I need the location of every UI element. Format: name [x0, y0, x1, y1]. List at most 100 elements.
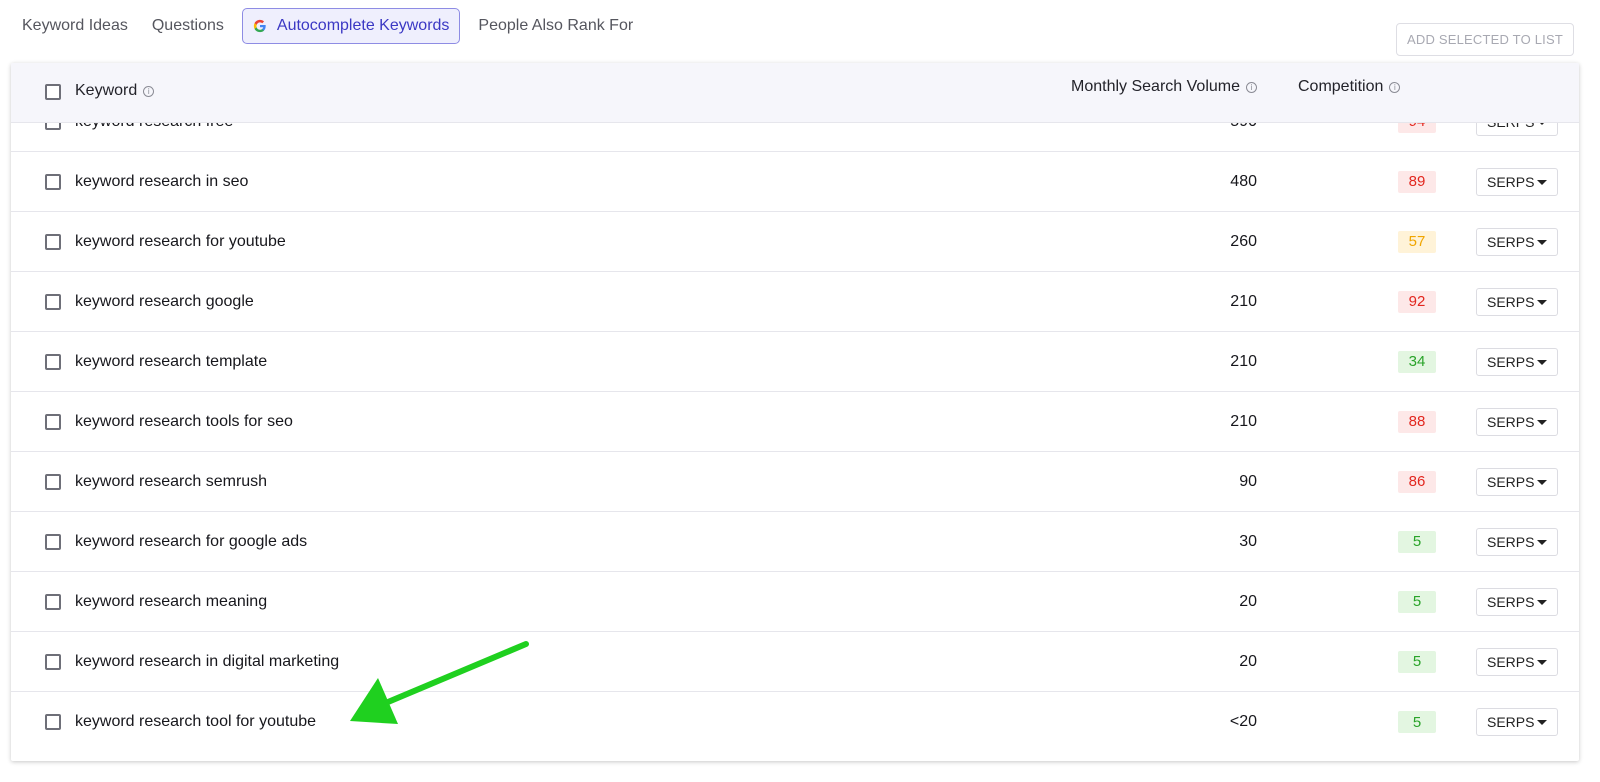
- info-icon[interactable]: i: [1389, 81, 1401, 93]
- serps-label: SERPS: [1487, 714, 1535, 730]
- row-checkbox[interactable]: [45, 594, 61, 610]
- caret-down-icon: [1537, 659, 1547, 665]
- caret-down-icon: [1537, 720, 1547, 725]
- volume-cell: 20: [1239, 652, 1257, 670]
- serps-dropdown[interactable]: SERPS: [1476, 587, 1558, 616]
- keyword-table: Keyword i Monthly Search Volume i Compet…: [11, 63, 1579, 761]
- serps-label: SERPS: [1487, 533, 1535, 550]
- row-checkbox[interactable]: [45, 474, 61, 490]
- keyword-tabs: Keyword Ideas Questions Autocomplete Key…: [10, 8, 645, 44]
- serps-label: SERPS: [1487, 473, 1535, 490]
- serps-label: SERPS: [1487, 293, 1535, 310]
- serps-dropdown[interactable]: SERPS: [1476, 287, 1558, 316]
- info-icon[interactable]: i: [143, 85, 155, 97]
- table-row[interactable]: keyword research in digital marketing 20…: [11, 632, 1579, 692]
- keyword-header-label: Keyword: [75, 82, 138, 99]
- caret-down-icon: [1537, 479, 1547, 485]
- caret-down-icon: [1537, 179, 1547, 185]
- table-row[interactable]: keyword research template 210 34 SERPS: [11, 332, 1579, 392]
- serps-label: SERPS: [1487, 233, 1535, 250]
- competition-column-header[interactable]: Competition i: [1298, 78, 1401, 96]
- volume-cell: 210: [1230, 352, 1257, 370]
- keyword-cell: keyword research for youtube: [75, 232, 286, 250]
- keyword-column-header[interactable]: Keyword i: [75, 82, 155, 100]
- keyword-cell: keyword research template: [75, 352, 268, 370]
- tab-autocomplete-keywords[interactable]: Autocomplete Keywords: [241, 8, 461, 44]
- volume-cell: 210: [1230, 292, 1257, 310]
- keyword-cell: keyword research in seo: [75, 172, 249, 190]
- competition-badge: 5: [1398, 590, 1436, 613]
- tab-label: Autocomplete Keywords: [276, 17, 450, 34]
- serps-dropdown[interactable]: SERPS: [1476, 647, 1558, 676]
- volume-cell: 210: [1230, 412, 1257, 430]
- competition-badge: 92: [1398, 290, 1436, 313]
- volume-cell: 90: [1239, 472, 1257, 490]
- row-checkbox[interactable]: [45, 234, 61, 250]
- volume-cell: <20: [1229, 713, 1257, 730]
- table-header: Keyword i Monthly Search Volume i Compet…: [11, 63, 1579, 123]
- keyword-cell: keyword research google: [75, 292, 254, 310]
- volume-header-label: Monthly Search Volume: [1071, 78, 1240, 95]
- caret-down-icon: [1537, 599, 1547, 605]
- competition-badge: 34: [1398, 350, 1436, 373]
- row-checkbox[interactable]: [45, 654, 61, 670]
- serps-label: SERPS: [1487, 413, 1535, 430]
- caret-down-icon: [1537, 359, 1547, 365]
- serps-dropdown[interactable]: SERPS: [1476, 467, 1558, 496]
- caret-down-icon: [1537, 239, 1547, 245]
- row-checkbox[interactable]: [45, 534, 61, 550]
- competition-badge: 88: [1398, 410, 1436, 433]
- volume-column-header[interactable]: Monthly Search Volume i: [1071, 78, 1257, 96]
- serps-label: SERPS: [1487, 353, 1535, 370]
- row-checkbox[interactable]: [45, 294, 61, 310]
- keyword-cell: keyword research tools for seo: [75, 412, 293, 430]
- competition-badge: 86: [1398, 470, 1436, 493]
- tab-keyword-ideas[interactable]: Keyword Ideas: [10, 8, 140, 44]
- table-row[interactable]: keyword research tool for youtube <20 5 …: [11, 692, 1579, 752]
- competition-badge: 5: [1398, 530, 1436, 553]
- serps-dropdown[interactable]: SERPS: [1476, 347, 1558, 376]
- google-icon: [253, 19, 266, 33]
- row-checkbox[interactable]: [45, 714, 61, 730]
- caret-down-icon: [1537, 539, 1547, 545]
- table-row[interactable]: keyword research google 210 92 SERPS: [11, 272, 1579, 332]
- competition-header-label: Competition: [1298, 78, 1384, 95]
- caret-down-icon: [1537, 299, 1547, 305]
- row-checkbox[interactable]: [45, 174, 61, 190]
- row-checkbox[interactable]: [45, 354, 61, 370]
- table-row[interactable]: keyword research semrush 90 86 SERPS: [11, 452, 1579, 512]
- volume-cell: 30: [1239, 532, 1257, 550]
- keyword-cell: keyword research semrush: [75, 472, 268, 490]
- serps-dropdown[interactable]: SERPS: [1476, 527, 1558, 556]
- add-selected-to-list-button[interactable]: ADD SELECTED TO LIST: [1396, 23, 1574, 56]
- select-all-checkbox[interactable]: [45, 84, 61, 100]
- table-row[interactable]: keyword research for youtube 260 57 SERP…: [11, 212, 1579, 272]
- volume-cell: 480: [1230, 172, 1257, 190]
- table-row[interactable]: keyword research for google ads 30 5 SER…: [11, 512, 1579, 572]
- tab-people-also-rank-for[interactable]: People Also Rank For: [466, 8, 645, 44]
- serps-dropdown[interactable]: SERPS: [1476, 167, 1558, 196]
- table-row[interactable]: keyword research tools for seo 210 88 SE…: [11, 392, 1579, 452]
- tab-questions[interactable]: Questions: [140, 8, 236, 44]
- keyword-cell: keyword research meaning: [75, 592, 268, 610]
- competition-badge: 89: [1398, 170, 1436, 193]
- table-row[interactable]: keyword research in seo 480 89 SERPS: [11, 152, 1579, 212]
- info-icon[interactable]: i: [1246, 81, 1257, 93]
- volume-cell: 260: [1230, 232, 1257, 250]
- volume-cell: 20: [1239, 592, 1257, 610]
- keyword-cell: keyword research for google ads: [75, 532, 308, 550]
- table-row[interactable]: keyword research meaning 20 5 SERPS: [11, 572, 1579, 632]
- competition-badge: 5: [1398, 650, 1436, 673]
- caret-down-icon: [1537, 419, 1547, 425]
- serps-label: SERPS: [1487, 173, 1535, 190]
- keyword-cell: keyword research in digital marketing: [75, 652, 340, 670]
- serps-dropdown[interactable]: SERPS: [1476, 407, 1558, 436]
- serps-label: SERPS: [1487, 653, 1535, 670]
- serps-dropdown[interactable]: SERPS: [1476, 227, 1558, 256]
- row-checkbox[interactable]: [45, 414, 61, 430]
- competition-badge: 57: [1398, 230, 1436, 253]
- keyword-cell: keyword research tool for youtube: [75, 713, 317, 730]
- serps-dropdown[interactable]: SERPS: [1476, 708, 1558, 736]
- competition-badge: 5: [1398, 711, 1436, 733]
- serps-label: SERPS: [1487, 593, 1535, 610]
